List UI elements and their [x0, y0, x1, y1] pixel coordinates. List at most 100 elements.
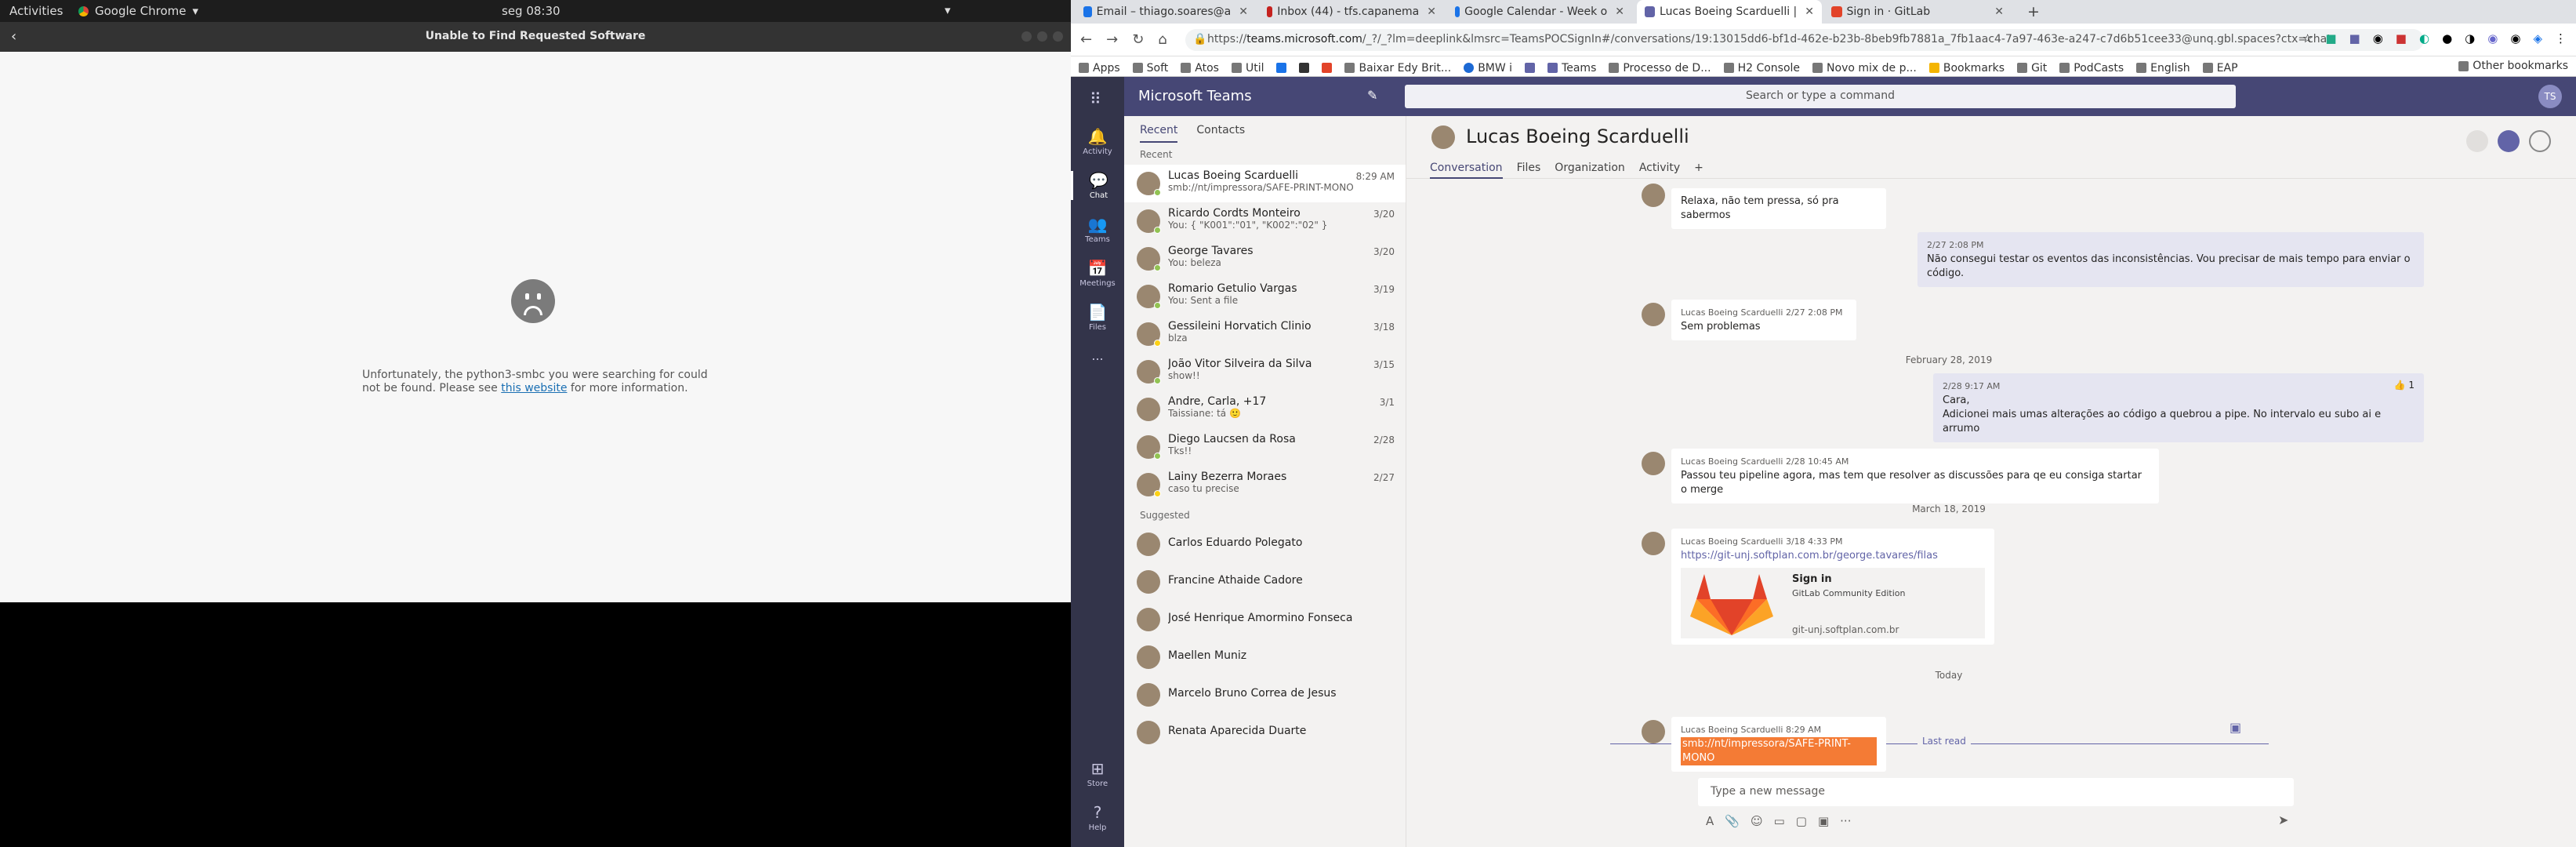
- suggested-item[interactable]: José Henrique Amormino Fonseca: [1124, 601, 1406, 638]
- new-chat-icon[interactable]: ✎: [1367, 88, 1377, 103]
- tab-recent[interactable]: Recent: [1140, 124, 1178, 143]
- app-launcher-icon[interactable]: ⠿: [1090, 89, 1101, 108]
- suggested-item[interactable]: Carlos Eduardo Polegato: [1124, 525, 1406, 563]
- message-link[interactable]: https://git-unj.softplan.com.br/george.t…: [1681, 549, 1985, 563]
- rail-chat[interactable]: 💬 Chat: [1071, 171, 1124, 200]
- browser-tab[interactable]: Sign in · GitLab ✕: [1823, 0, 2012, 24]
- chat-list-item[interactable]: Ricardo Cordts Monteiro You: { "K001":"0…: [1124, 202, 1406, 240]
- search-input[interactable]: Search or type a command: [1405, 85, 2236, 108]
- close-icon[interactable]: ✕: [1427, 5, 1436, 24]
- rail-store[interactable]: ⊞ Store: [1071, 759, 1124, 788]
- back-icon[interactable]: ←: [1080, 31, 1092, 48]
- extension-icon[interactable]: ■: [2396, 31, 2407, 45]
- bookmark-apps[interactable]: Apps: [1079, 60, 1120, 76]
- avatar[interactable]: [1431, 125, 1455, 149]
- emoji-icon[interactable]: ☺: [1751, 814, 1763, 828]
- add-people-icon[interactable]: [2529, 130, 2551, 152]
- app-menu[interactable]: Google Chrome ▾: [78, 4, 198, 18]
- extension-icon[interactable]: ◑: [2465, 31, 2475, 45]
- bookmark-folder[interactable]: EAP: [2202, 60, 2238, 76]
- format-icon[interactable]: A: [1706, 814, 1714, 828]
- tab-conversation[interactable]: Conversation: [1430, 162, 1503, 179]
- website-link[interactable]: this website: [501, 382, 567, 394]
- forward-icon[interactable]: →: [1106, 31, 1118, 48]
- tab-files[interactable]: Files: [1517, 162, 1541, 179]
- rail-teams[interactable]: 👥 Teams: [1071, 215, 1124, 244]
- teams-icon[interactable]: ▣: [2230, 720, 2241, 735]
- bookmark[interactable]: H2 Console: [1723, 60, 1800, 76]
- more-icon[interactable]: ...: [1071, 348, 1124, 363]
- browser-tab-active[interactable]: Lucas Boeing Scarduelli | ✕: [1637, 0, 1822, 24]
- extension-icon[interactable]: ■: [2325, 31, 2336, 45]
- bookmark[interactable]: Teams: [1547, 60, 1596, 76]
- activities-button[interactable]: Activities: [9, 4, 63, 18]
- chat-list-item[interactable]: Gessileini Horvatich Clinio blza 3/18: [1124, 315, 1406, 353]
- bookmark[interactable]: Processo de D...: [1609, 60, 1711, 76]
- rail-meetings[interactable]: 📅 Meetings: [1071, 259, 1124, 288]
- bookmark[interactable]: BMW i: [1464, 60, 1512, 76]
- close-icon[interactable]: ✕: [1805, 5, 1814, 24]
- bookmark-folder[interactable]: Soft: [1132, 60, 1168, 76]
- chat-list-item[interactable]: Lucas Boeing Scarduelli smb://nt/impress…: [1124, 165, 1406, 202]
- other-bookmarks[interactable]: Other bookmarks: [2458, 60, 2568, 72]
- suggested-item[interactable]: Francine Athaide Cadore: [1124, 563, 1406, 601]
- reaction-badge[interactable]: 👍 1: [2394, 378, 2415, 392]
- star-icon[interactable]: ☆: [2302, 31, 2313, 45]
- chat-list-item[interactable]: Andre, Carla, +17 Taissiane: tá 🙂 3/1: [1124, 391, 1406, 428]
- more-icon[interactable]: ···: [1840, 814, 1851, 828]
- extension-icon[interactable]: ◐: [2419, 31, 2429, 45]
- tab-contacts[interactable]: Contacts: [1196, 124, 1245, 143]
- chat-list-item[interactable]: George Tavares You: beleza 3/20: [1124, 240, 1406, 278]
- suggested-item[interactable]: Maellen Muniz: [1124, 638, 1406, 676]
- bookmark-icon-only[interactable]: [1276, 60, 1287, 76]
- extension-icon[interactable]: ◉: [2487, 31, 2498, 45]
- tab-organization[interactable]: Organization: [1555, 162, 1625, 179]
- chat-list-item[interactable]: Diego Laucsen da Rosa Tks!! 2/28: [1124, 428, 1406, 466]
- extension-icon[interactable]: ◉: [2373, 31, 2383, 45]
- rail-files[interactable]: 📄 Files: [1071, 303, 1124, 332]
- gif-icon[interactable]: ▭: [1774, 814, 1785, 828]
- bookmark-icon-only[interactable]: [1299, 60, 1310, 76]
- close-icon[interactable]: ✕: [1239, 5, 1248, 24]
- browser-tab[interactable]: Email – thiago.soares@a ✕: [1076, 0, 1256, 24]
- extension-icon[interactable]: ●: [2442, 31, 2452, 45]
- bookmark-folder[interactable]: PodCasts: [2059, 60, 2124, 76]
- sticker-icon[interactable]: ▢: [1796, 814, 1807, 828]
- meet-icon[interactable]: ▣: [1818, 814, 1829, 828]
- maximize-button[interactable]: [1037, 31, 1047, 42]
- new-tab-button[interactable]: +: [2027, 3, 2040, 20]
- home-icon[interactable]: ⌂: [1158, 31, 1166, 48]
- rail-help[interactable]: ? Help: [1071, 803, 1124, 832]
- bookmark-folder[interactable]: English: [2136, 60, 2190, 76]
- send-icon[interactable]: ➤: [2278, 812, 2288, 827]
- rail-activity[interactable]: 🔔 Activity: [1071, 127, 1124, 156]
- close-icon[interactable]: ✕: [1994, 5, 2004, 24]
- chat-list-item[interactable]: Lainy Bezerra Moraes caso tu precise 2/2…: [1124, 466, 1406, 503]
- extension-icon[interactable]: ◈: [2533, 31, 2542, 45]
- browser-tab[interactable]: Google Calendar - Week o ✕: [1447, 0, 1632, 24]
- chat-list-item[interactable]: Romario Getulio Vargas You: Sent a file …: [1124, 278, 1406, 315]
- close-icon[interactable]: ✕: [1615, 5, 1624, 24]
- menu-icon[interactable]: ⋮: [2555, 31, 2567, 45]
- reload-icon[interactable]: ↻: [1132, 31, 1144, 48]
- bookmark-icon-only[interactable]: [1322, 60, 1333, 76]
- tab-activity[interactable]: Activity: [1639, 162, 1680, 179]
- avatar[interactable]: TS: [2538, 85, 2562, 108]
- add-tab-button[interactable]: +: [1694, 162, 1703, 179]
- browser-tab[interactable]: Inbox (44) - tfs.capanema ✕: [1259, 0, 1444, 24]
- compose-input[interactable]: Type a new message: [1698, 778, 2294, 806]
- clock[interactable]: seg 08:30: [502, 4, 561, 18]
- bookmark[interactable]: Baixar Edy Brit...: [1344, 60, 1451, 76]
- extension-icon[interactable]: ■: [2349, 31, 2360, 45]
- close-button[interactable]: [1053, 31, 1063, 42]
- extension-icon[interactable]: ◉: [2510, 31, 2520, 45]
- link-preview-card[interactable]: Sign in GitLab Community Edition git-unj…: [1681, 568, 1985, 638]
- bookmark-icon-only[interactable]: [1525, 60, 1536, 76]
- suggested-item[interactable]: Marcelo Bruno Correa de Jesus: [1124, 676, 1406, 714]
- video-call-icon[interactable]: [2466, 130, 2488, 152]
- attach-icon[interactable]: 📎: [1725, 814, 1740, 828]
- minimize-button[interactable]: [1021, 31, 1032, 42]
- bookmark-folder[interactable]: Bookmarks: [1928, 60, 2005, 76]
- audio-call-icon[interactable]: [2498, 130, 2520, 152]
- bookmark-folder[interactable]: Util: [1231, 60, 1264, 76]
